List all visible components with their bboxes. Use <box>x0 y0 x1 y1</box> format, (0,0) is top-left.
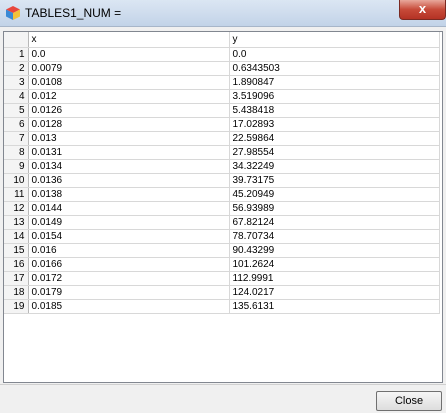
close-button[interactable]: Close <box>376 391 442 411</box>
y-cell[interactable]: 39.73175 <box>229 173 440 188</box>
app-cube-icon <box>6 6 20 20</box>
row-number-cell[interactable]: 19 <box>4 299 29 314</box>
y-cell[interactable]: 0.6343503 <box>229 61 440 76</box>
column-header-y[interactable]: y <box>229 32 440 48</box>
window-close-button[interactable]: x <box>399 0 446 20</box>
x-cell[interactable]: 0.0144 <box>28 201 230 216</box>
table-row: 16 0.0166 101.2624 <box>4 257 440 272</box>
x-cell[interactable]: 0.0108 <box>28 75 230 90</box>
y-cell[interactable]: 101.2624 <box>229 257 440 272</box>
row-number-cell[interactable]: 3 <box>4 75 29 90</box>
y-cell[interactable]: 34.32249 <box>229 159 440 174</box>
x-cell[interactable]: 0.0149 <box>28 215 230 230</box>
y-cell[interactable]: 1.890847 <box>229 75 440 90</box>
table-row: 18 0.0179 124.0217 <box>4 285 440 300</box>
row-number-cell[interactable]: 2 <box>4 61 29 76</box>
table-row: 13 0.0149 67.82124 <box>4 215 440 230</box>
table-row: 1 0.0 0.0 <box>4 47 440 62</box>
x-cell[interactable]: 0.016 <box>28 243 230 258</box>
table-row: 3 0.0108 1.890847 <box>4 75 440 90</box>
x-cell[interactable]: 0.0172 <box>28 271 230 286</box>
x-cell[interactable]: 0.0166 <box>28 257 230 272</box>
row-number-cell[interactable]: 18 <box>4 285 29 300</box>
table-row: 2 0.0079 0.6343503 <box>4 61 440 76</box>
row-number-cell[interactable]: 14 <box>4 229 29 244</box>
row-number-cell[interactable]: 5 <box>4 103 29 118</box>
table-row: 11 0.0138 45.20949 <box>4 187 440 202</box>
row-number-cell[interactable]: 1 <box>4 47 29 62</box>
y-cell[interactable]: 22.59864 <box>229 131 440 146</box>
button-bar: Close <box>0 384 446 413</box>
column-header-x[interactable]: x <box>28 32 230 48</box>
row-number-cell[interactable]: 10 <box>4 173 29 188</box>
x-cell[interactable]: 0.0154 <box>28 229 230 244</box>
x-cell[interactable]: 0.0134 <box>28 159 230 174</box>
x-cell[interactable]: 0.0079 <box>28 61 230 76</box>
y-cell[interactable]: 45.20949 <box>229 187 440 202</box>
table-row: 17 0.0172 112.9991 <box>4 271 440 286</box>
y-cell[interactable]: 3.519096 <box>229 89 440 104</box>
y-cell[interactable]: 78.70734 <box>229 229 440 244</box>
row-number-cell[interactable]: 6 <box>4 117 29 132</box>
table-row: 14 0.0154 78.70734 <box>4 229 440 244</box>
row-number-cell[interactable]: 9 <box>4 159 29 174</box>
y-cell[interactable]: 5.438418 <box>229 103 440 118</box>
table-row: 15 0.016 90.43299 <box>4 243 440 258</box>
x-cell[interactable]: 0.013 <box>28 131 230 146</box>
table-row: 6 0.0128 17.02893 <box>4 117 440 132</box>
row-number-cell[interactable]: 15 <box>4 243 29 258</box>
row-number-cell[interactable]: 8 <box>4 145 29 160</box>
x-cell[interactable]: 0.0 <box>28 47 230 62</box>
table-row: 7 0.013 22.59864 <box>4 131 440 146</box>
row-number-cell[interactable]: 16 <box>4 257 29 272</box>
y-cell[interactable]: 17.02893 <box>229 117 440 132</box>
x-cell[interactable]: 0.0138 <box>28 187 230 202</box>
y-cell[interactable]: 90.43299 <box>229 243 440 258</box>
y-cell[interactable]: 112.9991 <box>229 271 440 286</box>
y-cell[interactable]: 135.6131 <box>229 299 440 314</box>
data-grid[interactable]: x y 1 0.0 0.0 2 0.0079 0.6343503 3 0.0108 1.8908… <box>3 31 443 383</box>
table-row: 4 0.012 3.519096 <box>4 89 440 104</box>
row-number-cell[interactable]: 4 <box>4 89 29 104</box>
table-row: 19 0.0185 135.6131 <box>4 299 440 314</box>
x-cell[interactable]: 0.0136 <box>28 173 230 188</box>
header-row: x y <box>4 32 440 48</box>
x-cell[interactable]: 0.0131 <box>28 145 230 160</box>
data-table: x y 1 0.0 0.0 2 0.0079 0.6343503 3 0.0108 1.8908… <box>4 32 440 314</box>
x-cell[interactable]: 0.0185 <box>28 299 230 314</box>
table-row: 10 0.0136 39.73175 <box>4 173 440 188</box>
x-cell[interactable]: 0.0179 <box>28 285 230 300</box>
x-cell[interactable]: 0.0128 <box>28 117 230 132</box>
row-number-cell[interactable]: 17 <box>4 271 29 286</box>
title-bar: TABLES1_NUM = x <box>0 0 446 27</box>
y-cell[interactable]: 27.98554 <box>229 145 440 160</box>
y-cell[interactable]: 0.0 <box>229 47 440 62</box>
corner-cell[interactable] <box>4 32 29 48</box>
window-title: TABLES1_NUM = <box>25 6 122 20</box>
row-number-cell[interactable]: 12 <box>4 201 29 216</box>
table-row: 9 0.0134 34.32249 <box>4 159 440 174</box>
row-number-cell[interactable]: 7 <box>4 131 29 146</box>
table-row: 5 0.0126 5.438418 <box>4 103 440 118</box>
table-row: 12 0.0144 56.93989 <box>4 201 440 216</box>
table-row: 8 0.0131 27.98554 <box>4 145 440 160</box>
y-cell[interactable]: 124.0217 <box>229 285 440 300</box>
x-cell[interactable]: 0.0126 <box>28 103 230 118</box>
row-number-cell[interactable]: 11 <box>4 187 29 202</box>
y-cell[interactable]: 56.93989 <box>229 201 440 216</box>
row-number-cell[interactable]: 13 <box>4 215 29 230</box>
x-cell[interactable]: 0.012 <box>28 89 230 104</box>
y-cell[interactable]: 67.82124 <box>229 215 440 230</box>
